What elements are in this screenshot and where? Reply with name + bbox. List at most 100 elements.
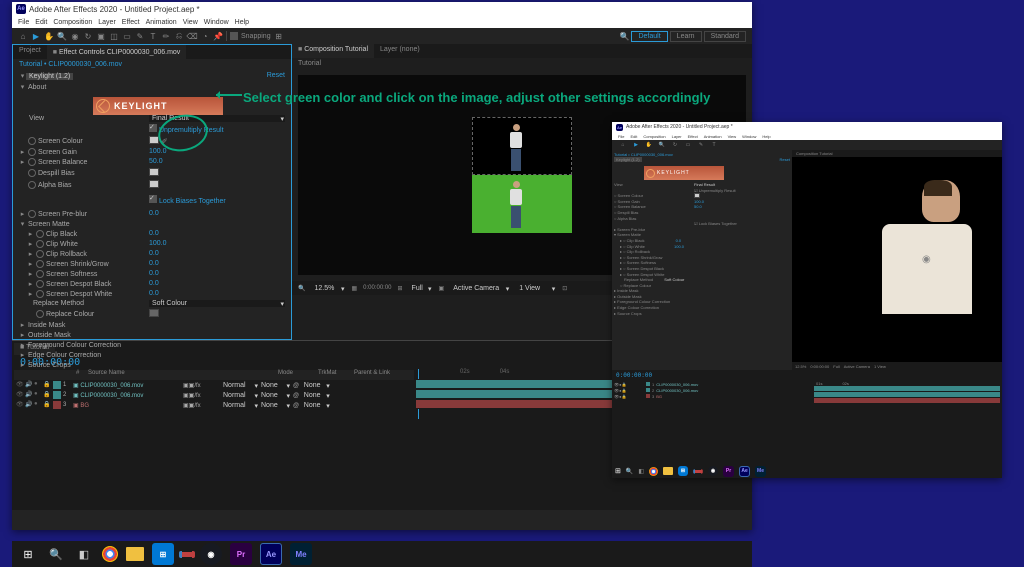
snap-option-icon[interactable]: ⊞: [274, 31, 284, 41]
task-view-icon[interactable]: ◧: [74, 544, 94, 564]
param-despill-bias: Despill Bias: [38, 170, 75, 177]
start-icon-2[interactable]: ⊞: [615, 467, 621, 475]
title-bar[interactable]: Ae Adobe After Effects 2020 - Untitled P…: [12, 2, 752, 16]
menu-layer[interactable]: Layer: [98, 19, 116, 26]
replace-method-dropdown[interactable]: Soft Colour: [149, 300, 285, 307]
start-button[interactable]: ⊞: [18, 544, 38, 564]
unpremultiply-checkbox[interactable]: [149, 124, 157, 132]
workspace-default[interactable]: Default: [631, 31, 667, 42]
eraser-tool-icon[interactable]: ⌫: [187, 31, 197, 41]
ae-app-icon: Ae: [16, 4, 26, 14]
ae-secondary-window: Ae Adobe After Effects 2020 - Untitled P…: [612, 122, 1002, 478]
selection-tool-icon[interactable]: ▶: [31, 31, 41, 41]
file-explorer-icon[interactable]: [126, 547, 144, 561]
steam-icon[interactable]: ◉: [200, 543, 222, 565]
despill-chip[interactable]: [149, 168, 159, 176]
title-bar-2[interactable]: Ae Adobe After Effects 2020 - Untitled P…: [612, 122, 1002, 132]
annotation-text: Select green color and click on the imag…: [243, 90, 710, 105]
menu-composition[interactable]: Composition: [53, 19, 92, 26]
param-screen-matte: Screen Matte: [28, 221, 70, 228]
camera-dropdown[interactable]: Active Camera: [450, 285, 510, 292]
menu-file[interactable]: File: [18, 19, 29, 26]
menu-window[interactable]: Window: [204, 19, 229, 26]
balance-value[interactable]: 50.0: [149, 158, 285, 166]
workspace-standard[interactable]: Standard: [704, 31, 746, 42]
comp-tab-tutorial[interactable]: ■ Composition Tutorial: [292, 44, 374, 58]
search-taskbar-icon[interactable]: 🔍: [46, 544, 66, 564]
param-despot-white: Screen Despot White: [46, 291, 112, 298]
window-title-2: Adobe After Effects 2020 - Untitled Proj…: [626, 124, 733, 130]
preview-layers: [472, 117, 572, 233]
timeline-panel-2: 0:00:00:00 👁●🔒1CLIP0000030_006.mov👁●🔒2CL…: [612, 370, 1002, 470]
workspace-learn[interactable]: Learn: [670, 31, 702, 42]
preview-green-layer: [472, 175, 572, 233]
timeline-layer[interactable]: 👁🔊●🔒 1 ▣ CLIP0000030_006.mov ▣▣/fx Norma…: [14, 380, 414, 390]
hand-tool-icon[interactable]: ✋: [44, 31, 54, 41]
search-icon[interactable]: 🔍: [619, 31, 629, 41]
expand-icon[interactable]: ⊡: [562, 285, 567, 292]
snapping-label: Snapping: [241, 33, 271, 40]
snapping-checkbox[interactable]: [230, 32, 238, 40]
region-icon[interactable]: ▣: [439, 285, 445, 292]
chrome-icon[interactable]: [102, 546, 118, 562]
timeline-layer[interactable]: 👁🔊●🔒 2 ▣ CLIP0000030_006.mov ▣▣/fx Norma…: [14, 390, 414, 400]
home-icon[interactable]: ⌂: [18, 31, 28, 41]
window-title: Adobe After Effects 2020 - Untitled Proj…: [29, 5, 200, 14]
media-encoder-icon[interactable]: Me: [290, 543, 312, 565]
project-tab[interactable]: Project: [13, 45, 47, 59]
timecode-display[interactable]: 0:00:00:00: [363, 285, 391, 291]
explorer-icon-2[interactable]: [663, 467, 673, 475]
orbit-tool-icon[interactable]: ◉: [70, 31, 80, 41]
menu-help[interactable]: Help: [235, 19, 249, 26]
resolution-icon[interactable]: ▦: [351, 285, 357, 292]
menu-effect[interactable]: Effect: [122, 19, 140, 26]
replace-colour-chip[interactable]: [149, 309, 159, 317]
pan-behind-icon[interactable]: ◫: [109, 31, 119, 41]
shape-tool-icon[interactable]: ▭: [122, 31, 132, 41]
puppet-tool-icon[interactable]: 📌: [213, 31, 223, 41]
effect-controls-panel: Project ■ Effect Controls CLIP0000030_00…: [12, 44, 292, 340]
param-replace-method: Replace Method: [33, 300, 84, 307]
store-icon[interactable]: ⊞: [152, 543, 174, 565]
zoom-icon[interactable]: 🔍: [298, 285, 305, 292]
keylight-logo-text: KEYLIGHT: [114, 101, 168, 111]
menu-animation[interactable]: Animation: [146, 19, 177, 26]
res-dropdown[interactable]: Full: [409, 285, 433, 292]
grid-icon[interactable]: ⊞: [398, 285, 403, 292]
text-tool-icon[interactable]: T: [148, 31, 158, 41]
stopwatch-icon[interactable]: [28, 137, 36, 145]
pen-tool-icon[interactable]: ✎: [135, 31, 145, 41]
keylight-logo-icon: [96, 99, 110, 113]
menu-bar: File Edit Composition Layer Effect Anima…: [12, 16, 752, 28]
views-dropdown[interactable]: 1 View: [516, 285, 556, 292]
brush-tool-icon[interactable]: ✏: [161, 31, 171, 41]
camera-tool-icon[interactable]: ▣: [96, 31, 106, 41]
chrome-icon-2[interactable]: [649, 467, 658, 476]
tool-bar-2: ⌂▶✋🔍↻▭✎T: [612, 140, 1002, 150]
zoom-tool-icon[interactable]: 🔍: [57, 31, 67, 41]
effect-controls-tab[interactable]: ■ Effect Controls CLIP0000030_006.mov: [47, 45, 187, 59]
ae-app-icon-2: Ae: [616, 124, 623, 131]
preview-person-large: [882, 180, 982, 320]
lock-biases-checkbox[interactable]: [149, 195, 157, 203]
comp-viewport-2[interactable]: Composition Tutorial 12.5%0:00:00:00Full…: [792, 150, 1002, 370]
effect-keylight[interactable]: Keylight (1.2): [26, 73, 73, 80]
premiere-icon[interactable]: Pr: [230, 543, 252, 565]
annotation-arrow: [216, 94, 242, 96]
rotate-tool-icon[interactable]: ↻: [83, 31, 93, 41]
param-clip-rollback: Clip Rollback: [46, 251, 87, 258]
menu-view[interactable]: View: [183, 19, 198, 26]
after-effects-icon[interactable]: Ae: [260, 543, 282, 565]
clone-tool-icon[interactable]: ⎌: [174, 31, 184, 41]
switch-icon[interactable]: [182, 552, 192, 557]
alpha-chip[interactable]: [149, 180, 159, 188]
comp-breadcrumb[interactable]: Tutorial: [292, 58, 752, 69]
comp-tab-layer[interactable]: Layer (none): [374, 44, 426, 58]
timeline-layer[interactable]: 👁🔊●🔒 3 ▣ BG ▣▣/fx Normal None @ None: [14, 400, 414, 410]
effect-source-label: Tutorial • CLIP0000030_006.mov: [13, 59, 291, 70]
roto-tool-icon[interactable]: ◔: [200, 31, 210, 41]
zoom-dropdown[interactable]: 12.5%: [311, 285, 345, 292]
menu-edit[interactable]: Edit: [35, 19, 47, 26]
reset-link[interactable]: Reset: [267, 72, 285, 80]
param-pre-blur: Screen Pre-blur: [38, 211, 87, 218]
